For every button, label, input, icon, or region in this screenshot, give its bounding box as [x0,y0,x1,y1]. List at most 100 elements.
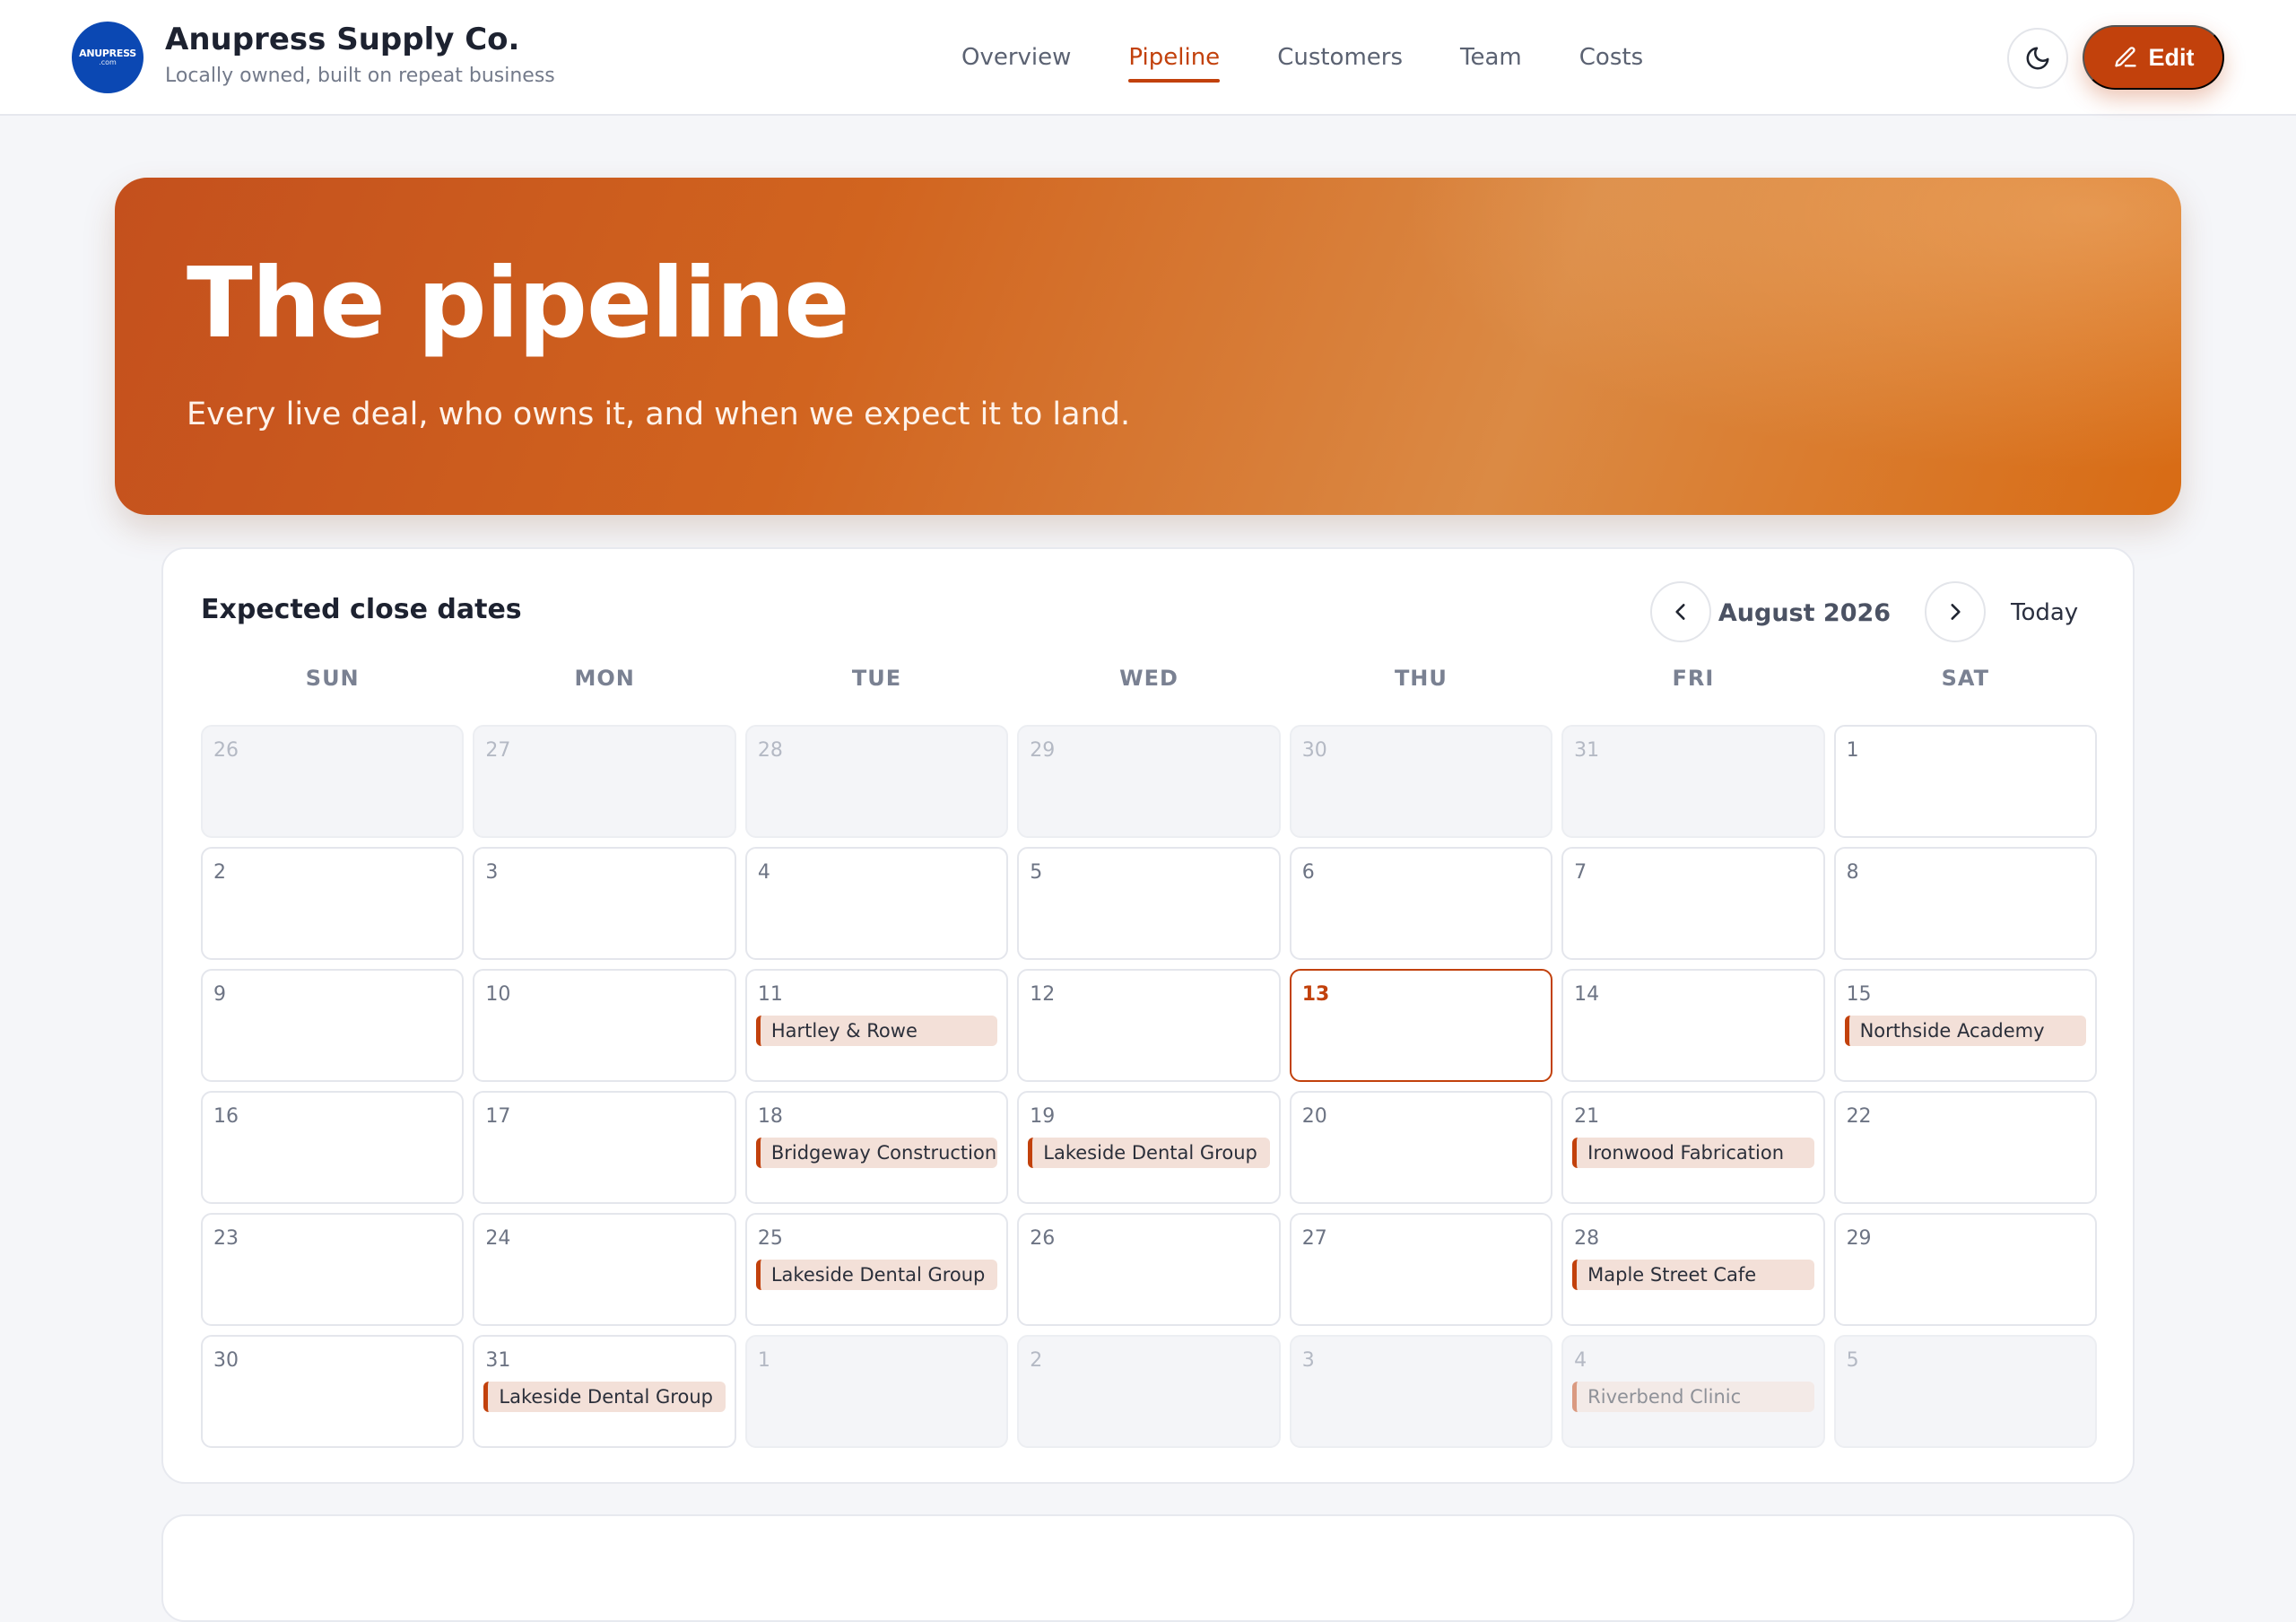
calendar-day[interactable]: 29 [1833,1213,2097,1326]
calendar-day[interactable]: 10 [473,969,736,1082]
calendar-day-today[interactable]: 13 [1289,969,1553,1082]
deal-event[interactable]: Ironwood Fabrication [1572,1138,1814,1168]
next-month-button[interactable] [1925,581,1986,642]
day-number: 25 [757,1227,783,1250]
deal-event[interactable]: Riverbend Clinic [1572,1382,1814,1412]
day-number: 15 [1846,983,1872,1006]
brand-name: Anupress Supply Co. [165,22,520,57]
calendar-day[interactable]: 14 [1561,969,1825,1082]
calendar-day[interactable]: 1 [744,1335,1009,1448]
calendar-day[interactable]: 15 Northside Academy [1833,969,2097,1082]
calendar-grid: 26 27 28 29 30 31 1 2 3 4 5 6 7 8 9 10 11 Hartley & Rowe 1… [201,725,2097,1448]
calendar-day[interactable]: 6 [1289,847,1553,960]
calendar-day[interactable]: 4 Riverbend Clinic [1561,1335,1825,1448]
day-number: 31 [1574,739,1600,762]
nav-team[interactable]: Team [1431,44,1551,71]
weekday-label: FRI [1672,666,1715,691]
deal-event[interactable]: Lakeside Dental Group [1028,1138,1270,1168]
calendar-day[interactable]: 12 [1017,969,1281,1082]
calendar-day[interactable]: 28 [744,725,1009,838]
weekday-label: WED [1119,666,1178,691]
calendar-day[interactable]: 27 [473,725,736,838]
calendar-day[interactable]: 3 [473,847,736,960]
day-number: 26 [213,739,239,762]
day-number: 30 [213,1349,239,1372]
calendar-day[interactable]: 5 [1833,1335,2097,1448]
calendar-day[interactable]: 18 Bridgeway Construction [744,1091,1009,1204]
deal-event[interactable]: Bridgeway Construction [755,1138,998,1168]
nav-pipeline[interactable]: Pipeline [1100,44,1248,83]
calendar-day[interactable]: 21 Ironwood Fabrication [1561,1091,1825,1204]
chevron-left-icon [1675,604,1685,620]
day-number: 1 [757,1349,770,1372]
calendar-day[interactable]: 16 [201,1091,465,1204]
nav-costs[interactable]: Costs [1551,44,1672,71]
theme-toggle-button[interactable] [2007,28,2068,89]
day-number: 20 [1301,1105,1327,1128]
calendar-day[interactable]: 20 [1289,1091,1553,1204]
calendar-day[interactable]: 5 [1017,847,1281,960]
weekday-label: THU [1394,666,1448,691]
calendar-day[interactable]: 28 Maple Street Cafe [1561,1213,1825,1326]
calendar-day[interactable]: 24 [473,1213,736,1326]
day-number: 22 [1846,1105,1872,1128]
weekday-header: SUN MON TUE WED THU FRI SAT [201,666,2097,691]
calendar-day[interactable]: 30 [201,1335,465,1448]
edit-button-label: Edit [2148,43,2195,71]
calendar-day[interactable]: 25 Lakeside Dental Group [744,1213,1009,1326]
top-bar: ANUPRESS .com Anupress Supply Co. Locall… [0,0,2296,116]
day-number: 9 [213,983,226,1006]
calendar-day[interactable]: 2 [201,847,465,960]
nav-customers[interactable]: Customers [1248,44,1431,71]
edit-button[interactable]: Edit [2083,25,2224,90]
calendar-day[interactable]: 30 [1289,725,1553,838]
brand-logo[interactable]: ANUPRESS .com [72,22,144,93]
deal-event[interactable]: Lakeside Dental Group [483,1382,726,1412]
day-number: 12 [1030,983,1056,1006]
day-number: 28 [757,739,783,762]
deal-event[interactable]: Northside Academy [1844,1016,2086,1046]
calendar-day[interactable]: 7 [1561,847,1825,960]
calendar-day[interactable]: 9 [201,969,465,1082]
deal-event[interactable]: Maple Street Cafe [1572,1260,1814,1290]
day-number: 30 [1301,739,1327,762]
day-number: 23 [213,1227,239,1250]
calendar-title: Expected close dates [201,594,522,625]
day-number: 14 [1574,983,1600,1006]
day-number: 29 [1846,1227,1872,1250]
calendar-day[interactable]: 22 [1833,1091,2097,1204]
calendar-day[interactable]: 1 [1833,725,2097,838]
brand-tagline: Locally owned, built on repeat business [165,65,555,87]
calendar-day[interactable]: 27 [1289,1213,1553,1326]
deal-event[interactable]: Lakeside Dental Group [755,1260,998,1290]
day-number: 16 [213,1105,239,1128]
day-number: 28 [1574,1227,1600,1250]
calendar-day[interactable]: 11 Hartley & Rowe [744,969,1009,1082]
calendar-day[interactable]: 26 [1017,1213,1281,1326]
calendar-day[interactable]: 19 Lakeside Dental Group [1017,1091,1281,1204]
previous-month-button[interactable] [1650,581,1711,642]
day-number: 4 [1574,1349,1587,1372]
today-button[interactable]: Today [2011,599,2078,626]
weekday-label: MON [574,666,635,691]
nav-overview[interactable]: Overview [933,44,1100,71]
day-number: 1 [1846,739,1859,762]
brand-logo-text: ANUPRESS [79,48,136,59]
pencil-icon [2114,47,2136,67]
calendar-day[interactable]: 3 [1289,1335,1553,1448]
calendar-day[interactable]: 4 [744,847,1009,960]
day-number: 19 [1030,1105,1056,1128]
deal-event[interactable]: Hartley & Rowe [755,1016,998,1046]
calendar-day[interactable]: 31 [1561,725,1825,838]
calendar-day[interactable]: 26 [201,725,465,838]
calendar-day[interactable]: 2 [1017,1335,1281,1448]
calendar-card: Expected close dates August 2026 Today S… [161,547,2135,1484]
calendar-day[interactable]: 17 [473,1091,736,1204]
calendar-day[interactable]: 23 [201,1213,465,1326]
day-number: 5 [1030,861,1043,884]
calendar-day[interactable]: 8 [1833,847,2097,960]
hero-banner: The pipeline Every live deal, who owns i… [115,178,2181,515]
day-number: 31 [485,1349,511,1372]
calendar-day[interactable]: 29 [1017,725,1281,838]
calendar-day[interactable]: 31 Lakeside Dental Group [473,1335,736,1448]
